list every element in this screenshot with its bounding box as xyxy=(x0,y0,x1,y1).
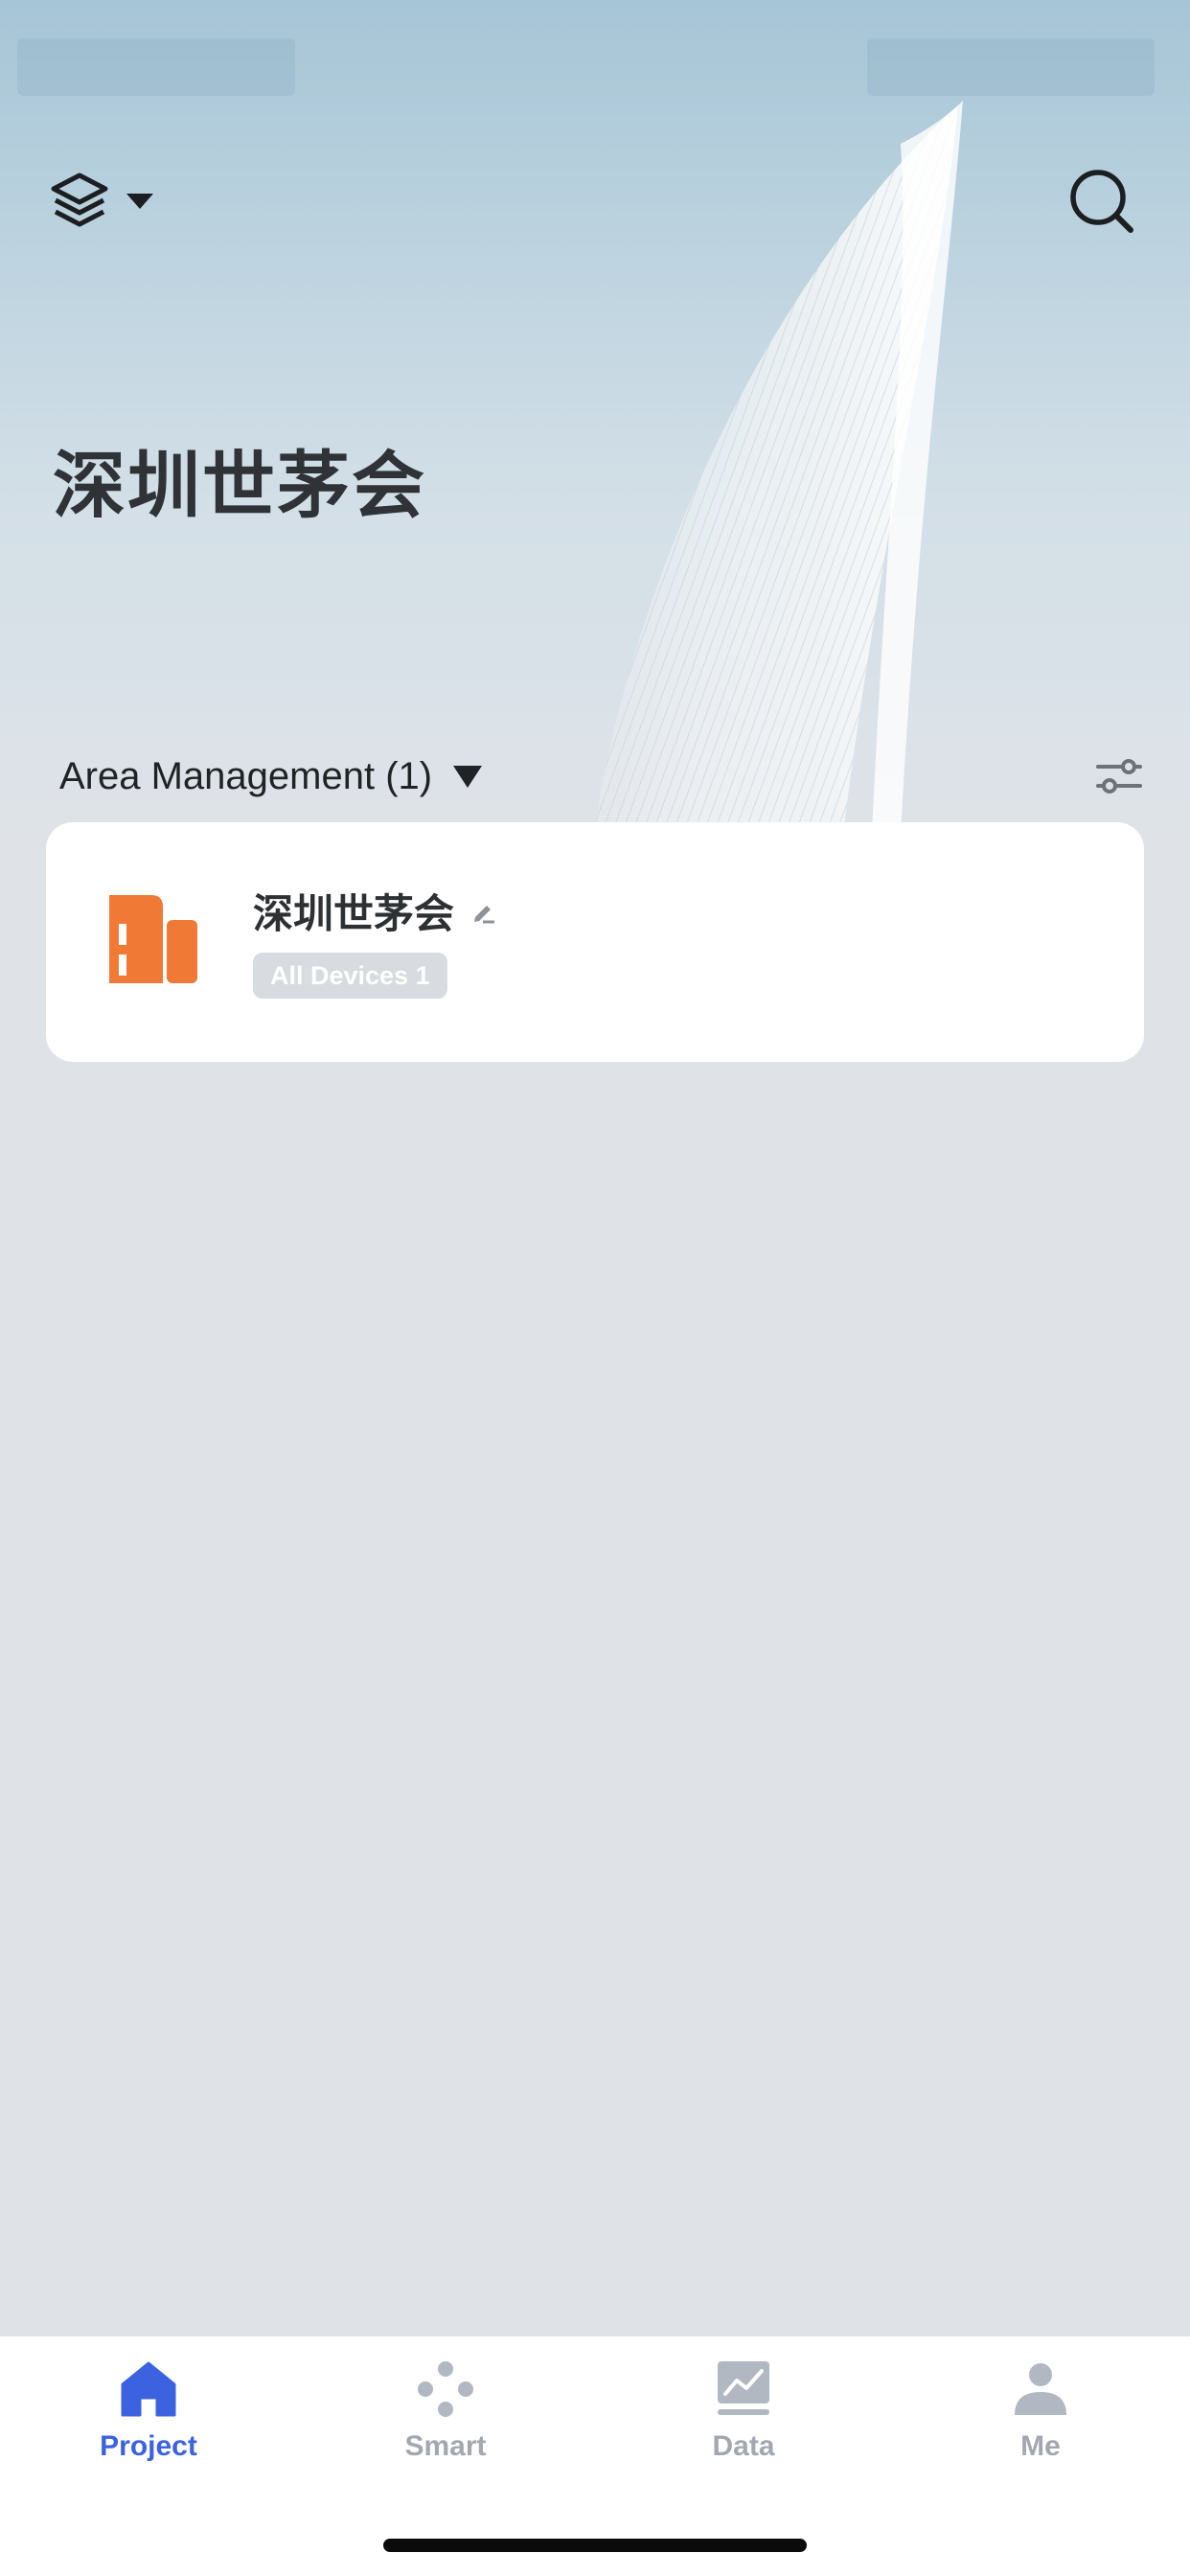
tab-label: Data xyxy=(712,2430,775,2462)
chart-icon xyxy=(718,2361,769,2415)
building-icon xyxy=(109,895,197,983)
home-indicator xyxy=(383,2539,807,2552)
area-management-dropdown[interactable]: Area Management (1) xyxy=(59,748,484,805)
filter-button[interactable] xyxy=(1092,749,1146,803)
device-count-badge: All Devices 1 xyxy=(253,953,447,999)
person-icon xyxy=(1015,2363,1066,2415)
smart-dots-icon xyxy=(418,2361,473,2417)
status-bar-left xyxy=(17,38,295,96)
pencil-icon[interactable] xyxy=(469,898,496,925)
tab-smart[interactable]: Smart xyxy=(350,2358,541,2492)
area-name: 深圳世茅会 xyxy=(253,890,455,937)
tab-data[interactable]: Data xyxy=(648,2358,839,2492)
tab-label: Smart xyxy=(404,2430,487,2462)
home-icon xyxy=(121,2361,176,2417)
sliders-icon xyxy=(1096,759,1142,794)
page-title: 深圳世茅会 xyxy=(53,443,426,528)
layers-icon xyxy=(51,172,108,227)
section-title: Area Management (1) xyxy=(59,754,433,797)
caret-down-icon xyxy=(453,766,483,788)
tab-label: Project xyxy=(100,2430,197,2462)
caret-down-icon xyxy=(126,194,153,209)
search-icon xyxy=(1070,170,1133,233)
tab-project[interactable]: Project xyxy=(53,2358,244,2492)
tab-label: Me xyxy=(1020,2430,1061,2462)
tower-illustration xyxy=(594,101,963,834)
layers-switcher-button[interactable] xyxy=(48,168,172,235)
area-card[interactable]: 深圳世茅会 All Devices 1 xyxy=(46,822,1144,1062)
tab-me[interactable]: Me xyxy=(945,2358,1136,2492)
hero-banner: 深圳世茅会 Area Management (1) xyxy=(0,0,1190,834)
search-button[interactable] xyxy=(1064,163,1140,240)
